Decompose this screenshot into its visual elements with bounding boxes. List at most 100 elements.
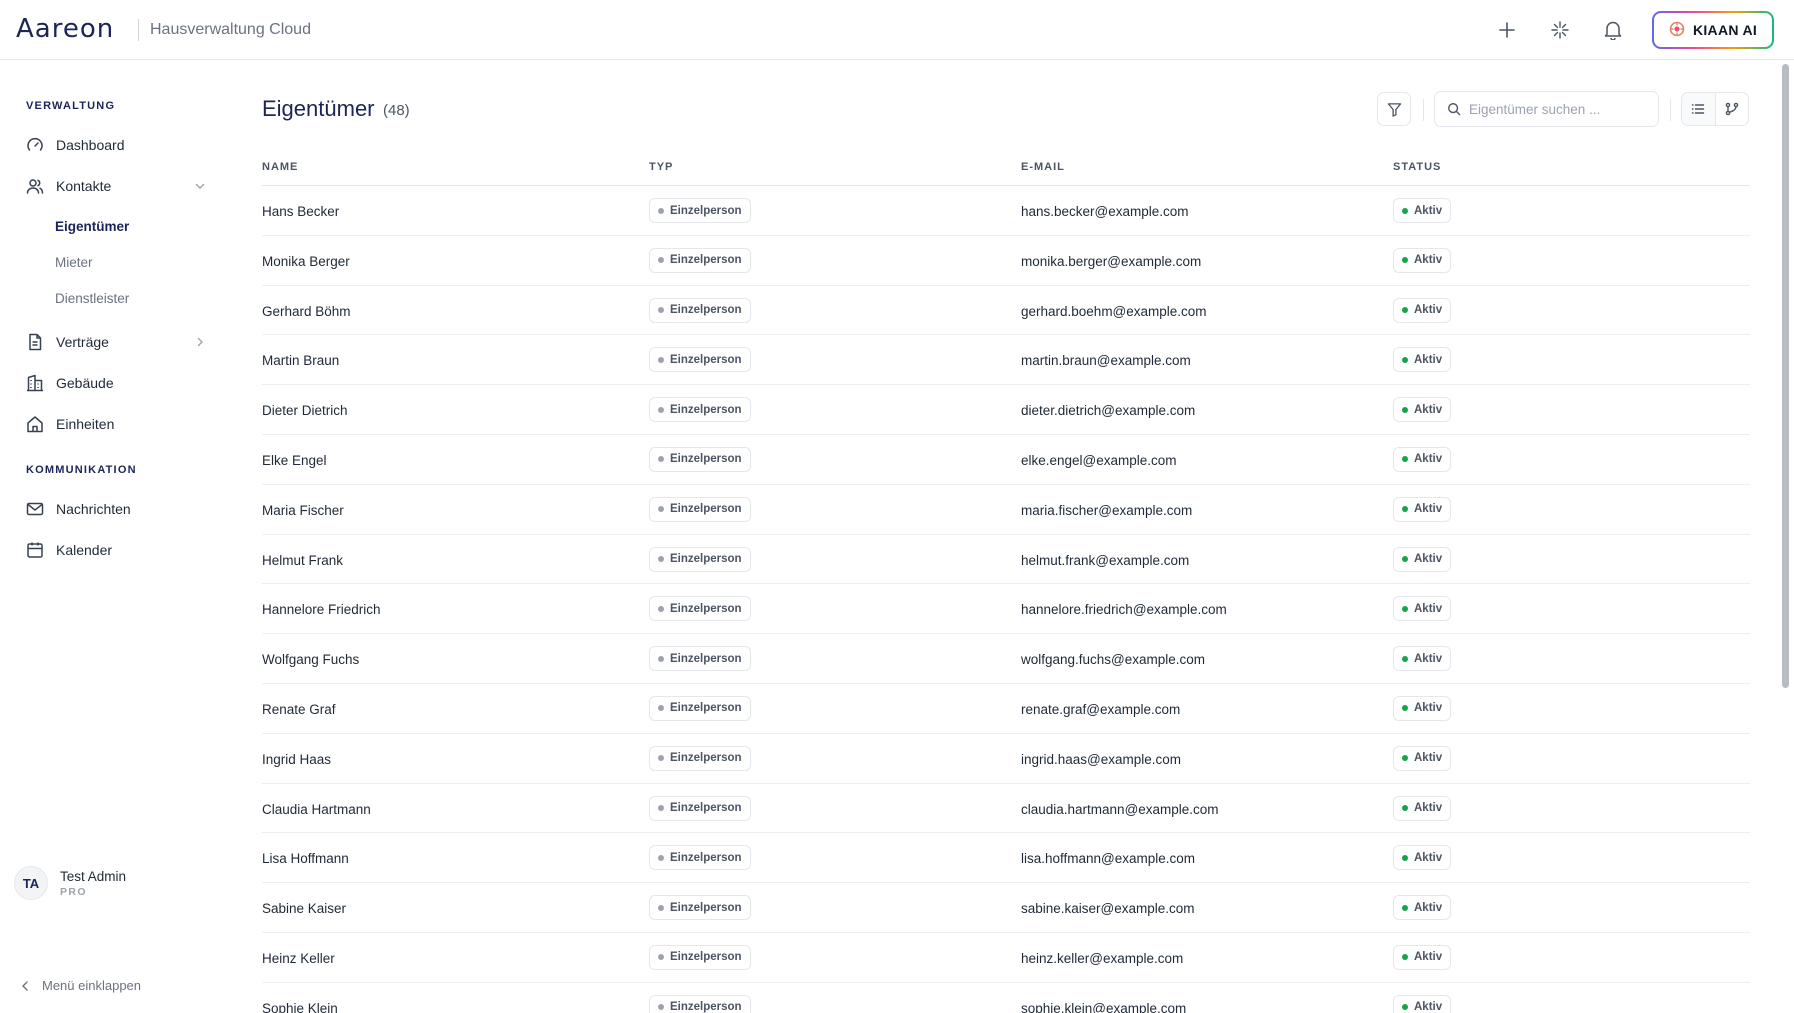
status-dot [1402, 655, 1408, 662]
status-label: Aktiv [1414, 304, 1443, 317]
status-dot [1402, 1004, 1408, 1011]
owner-name: Gerhard Böhm [262, 303, 351, 319]
status-label: Aktiv [1414, 204, 1443, 217]
owner-name: Heinz Keller [262, 950, 335, 966]
type-badge: Einzelperson [649, 397, 751, 423]
status-badge: Aktiv [1393, 297, 1452, 323]
owner-email: renate.graf@example.com [1021, 701, 1181, 717]
type-label: Einzelperson [670, 204, 742, 217]
sparkle-icon[interactable] [1544, 14, 1576, 46]
table-row[interactable]: Sophie Klein Einzelperson sophie.klein@exa… [262, 983, 1750, 1013]
sidebar-item-einheiten[interactable]: Einheiten [26, 411, 206, 437]
calendar-icon [27, 542, 43, 558]
user-profile[interactable]: TA Test Admin PRO [14, 863, 214, 903]
table-header: NAME TYP E-MAIL STATUS [262, 156, 1750, 186]
type-dot [658, 655, 664, 662]
owners-table: NAME TYP E-MAIL STATUS Hans Becker Einzel… [262, 156, 1750, 1013]
type-dot [658, 207, 664, 214]
sidebar-subitem-eigentuemer[interactable]: Eigentümer [55, 219, 129, 234]
sidebar-item-vertraege[interactable]: Verträge [26, 329, 206, 355]
sidebar-item-dashboard[interactable]: Dashboard [26, 132, 206, 158]
owner-name: Martin Braun [262, 353, 340, 369]
column-header-email[interactable]: E-MAIL [1021, 161, 1065, 173]
table-row[interactable]: Lisa Hoffmann Einzelperson lisa.hoffmann@e… [262, 833, 1750, 884]
type-label: Einzelperson [670, 702, 742, 715]
kiaan-ai-label: KIAAN AI [1692, 22, 1758, 38]
table-row[interactable]: Dieter Dietrich Einzelperson dieter.dietri… [262, 385, 1750, 435]
type-dot [658, 257, 664, 264]
table-row[interactable]: Elke Engel Einzelperson elke.engel@example… [262, 435, 1750, 485]
status-dot [1402, 556, 1408, 563]
column-header-name[interactable]: NAME [262, 161, 298, 173]
plus-icon[interactable] [1491, 14, 1523, 46]
owner-name: Hans Becker [262, 204, 340, 219]
table-row[interactable]: Renate Graf Einzelperson renate.graf@examp… [262, 684, 1750, 734]
list-view-button[interactable] [1682, 93, 1716, 125]
table-row[interactable]: Hannelore Friedrich Einzelperson hannelore… [262, 584, 1750, 635]
sidebar-item-nachrichten[interactable]: Nachrichten [26, 496, 206, 522]
type-dot [658, 406, 664, 413]
search-box[interactable] [1434, 91, 1659, 127]
table-row[interactable]: Maria Fischer Einzelperson maria.fischer@e… [262, 485, 1750, 535]
sidebar-subitem-mieter[interactable]: Mieter [55, 255, 93, 270]
table-row[interactable]: Gerhard Böhm Einzelperson gerhard.boehm@ex… [262, 286, 1750, 336]
sidebar-item-gebaeude[interactable]: Gebäude [26, 370, 206, 396]
table-row[interactable]: Hans Becker Einzelperson hans.becker@examp… [262, 186, 1750, 236]
status-label: Aktiv [1414, 951, 1443, 964]
type-badge: Einzelperson [649, 994, 751, 1013]
status-label: Aktiv [1414, 1001, 1443, 1013]
table-row[interactable]: Wolfgang Fuchs Einzelperson wolfgang.fuchs… [262, 634, 1750, 684]
status-dot [1402, 406, 1408, 413]
type-label: Einzelperson [670, 951, 742, 964]
branch-icon [1725, 102, 1739, 116]
status-badge: Aktiv [1393, 895, 1452, 921]
table-row[interactable]: Monika Berger Einzelperson monika.berger@e… [262, 236, 1750, 286]
owner-email: wolfgang.fuchs@example.com [1021, 652, 1206, 668]
owner-email: hans.becker@example.com [1021, 204, 1189, 219]
table-row[interactable]: Claudia Hartmann Einzelperson claudia.hart… [262, 784, 1750, 834]
status-badge: Aktiv [1393, 446, 1452, 472]
user-role: PRO [60, 885, 87, 898]
chevron-down-icon[interactable] [194, 179, 206, 195]
type-dot [658, 356, 664, 363]
owner-email: elke.engel@example.com [1021, 452, 1177, 468]
mail-icon [26, 502, 44, 516]
gauge-icon [27, 137, 43, 151]
kiaan-ai-button[interactable]: KIAAN AI [1652, 11, 1774, 49]
table-row[interactable]: Heinz Keller Einzelperson heinz.keller@exa… [262, 933, 1750, 983]
status-badge: Aktiv [1393, 596, 1452, 622]
type-badge: Einzelperson [649, 198, 751, 223]
status-dot [1402, 456, 1408, 463]
status-badge: Aktiv [1393, 795, 1452, 821]
scrollbar-thumb[interactable] [1782, 64, 1789, 688]
tree-view-button[interactable] [1716, 93, 1749, 125]
table-row[interactable]: Ingrid Haas Einzelperson ingrid.haas@examp… [262, 734, 1750, 784]
status-dot [1402, 805, 1408, 812]
list-icon [1692, 104, 1705, 114]
bell-icon[interactable] [1597, 14, 1629, 46]
type-label: Einzelperson [670, 802, 742, 815]
owner-email: maria.fischer@example.com [1021, 502, 1193, 518]
collapse-menu-button[interactable]: Menü einklappen [20, 978, 141, 993]
filter-button[interactable] [1377, 92, 1411, 126]
column-header-type[interactable]: TYP [649, 161, 673, 173]
status-badge: Aktiv [1393, 845, 1452, 871]
status-dot [1402, 854, 1408, 861]
table-row[interactable]: Martin Braun Einzelperson martin.braun@exa… [262, 335, 1750, 386]
sidebar-subitem-dienstleister[interactable]: Dienstleister [55, 291, 129, 306]
table-row[interactable]: Sabine Kaiser Einzelperson sabine.kaiser@e… [262, 883, 1750, 933]
sidebar-item-label: Verträge [56, 334, 109, 350]
type-dot [658, 307, 664, 314]
aareon-logo[interactable]: Aareon [16, 14, 114, 44]
record-count: (48) [383, 102, 410, 119]
status-dot [1402, 207, 1408, 214]
chevron-right-icon[interactable] [194, 335, 206, 351]
table-row[interactable]: Helmut Frank Einzelperson helmut.frank@exa… [262, 535, 1750, 585]
column-header-status[interactable]: STATUS [1393, 161, 1441, 173]
type-badge: Einzelperson [649, 546, 751, 572]
sidebar-item-kalender[interactable]: Kalender [26, 537, 206, 563]
search-input[interactable] [1469, 101, 1649, 117]
type-badge: Einzelperson [649, 695, 751, 721]
sidebar-item-kontakte[interactable]: Kontakte [26, 173, 206, 199]
status-badge: Aktiv [1393, 994, 1452, 1013]
